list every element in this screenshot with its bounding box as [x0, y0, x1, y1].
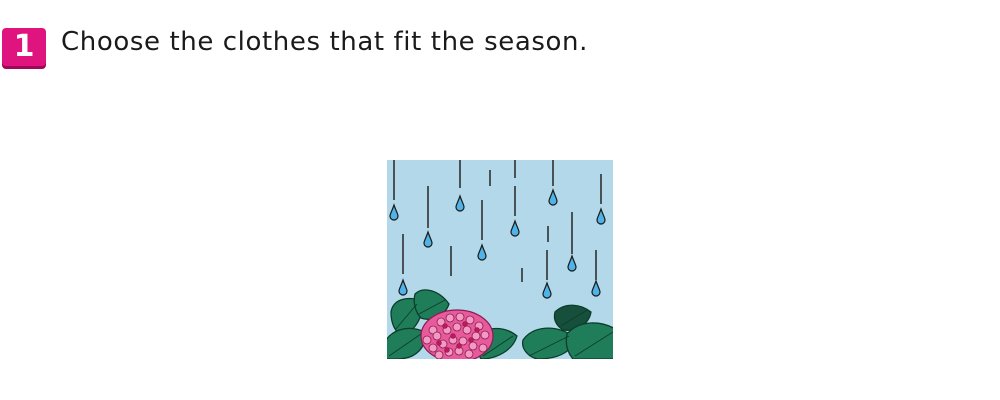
- question-prompt: Choose the clothes that fit the season.: [61, 27, 588, 57]
- leaf: [565, 322, 613, 359]
- question-header: 1 Choose the clothes that fit the season…: [0, 0, 1000, 80]
- rainy-season-illustration: [387, 160, 613, 359]
- hydrangea-flower: [420, 309, 494, 359]
- question-number-badge: 1: [2, 28, 46, 66]
- rainy-season-hydrangea-icon: [387, 160, 613, 359]
